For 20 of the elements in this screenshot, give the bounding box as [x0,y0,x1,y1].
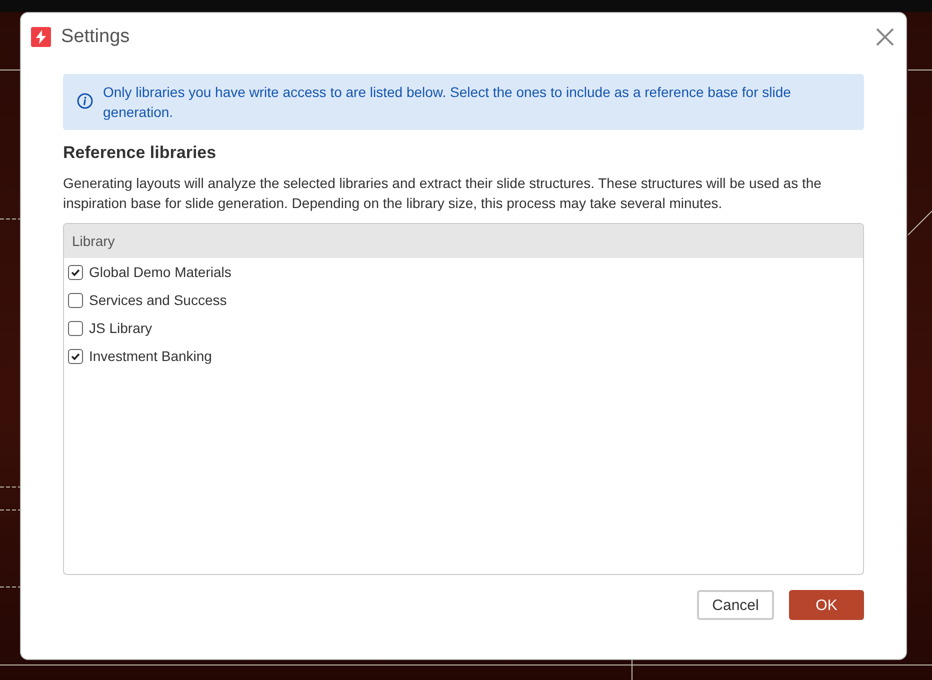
library-name[interactable]: JS Library [89,320,152,336]
checkmark-icon [70,350,81,362]
library-name[interactable]: Global Demo Materials [89,264,232,280]
app-logo-icon [31,27,51,47]
checkbox[interactable] [68,348,83,364]
section-heading: Reference libraries [63,143,218,163]
close-button[interactable] [874,26,896,48]
info-icon [77,93,93,109]
library-name[interactable]: Investment Banking [89,348,212,364]
window-title: Settings [61,26,131,48]
checkmark-icon [70,266,81,278]
checkbox[interactable] [68,320,83,336]
section-description: Generating layouts will analyze the selected libraries and extract their slide structures. These structures will be used as the inspiration base for slide generation. Depending on the library size, this process may take several minutes. [63,174,822,213]
ok-button[interactable]: OK [789,590,864,620]
column-header: Library [72,233,115,249]
info-message: Only libraries you have write access to are listed below. Select the ones to include as a reference base for slide generation. [103,83,792,122]
checkbox[interactable] [68,264,83,280]
cancel-button[interactable]: Cancel [697,590,774,620]
library-name[interactable]: Services and Success [89,292,227,308]
checkbox[interactable] [68,292,83,308]
